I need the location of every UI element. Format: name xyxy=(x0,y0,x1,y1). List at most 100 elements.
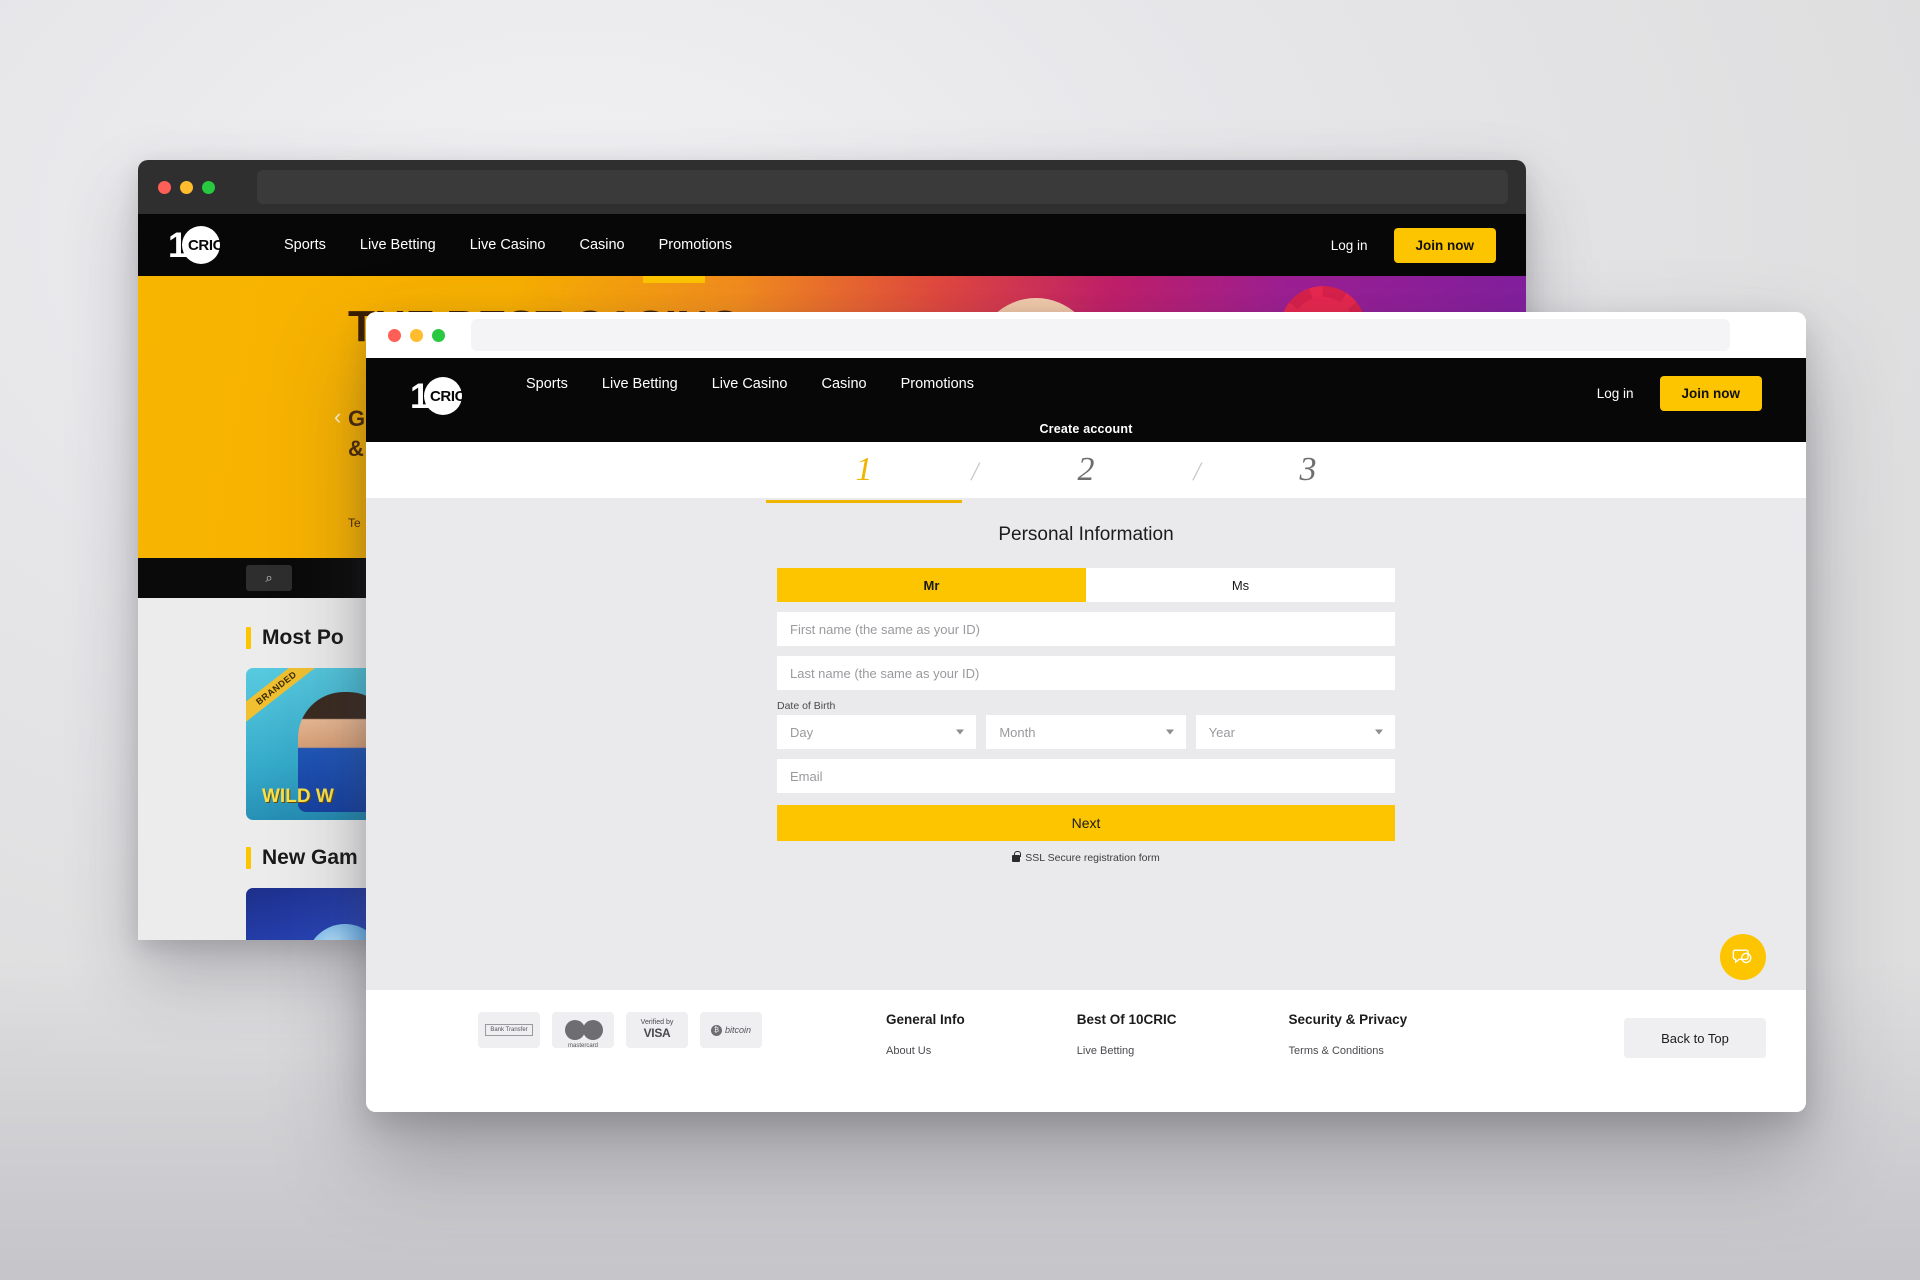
chevron-down-icon xyxy=(1165,729,1174,735)
payment-bitcoin[interactable]: ₿ bitcoin xyxy=(700,1012,762,1048)
back-nav-links[interactable]: Sports Live Betting Live Casino Casino P… xyxy=(284,237,732,253)
footer-column-security-privacy: Security & Privacy Terms & Conditions xyxy=(1289,1012,1408,1057)
logo-10cric[interactable]: 10 CRIC xyxy=(410,376,466,416)
lock-icon xyxy=(1012,850,1021,862)
footer-link-terms-conditions[interactable]: Terms & Conditions xyxy=(1289,1045,1408,1057)
login-link[interactable]: Log in xyxy=(1597,386,1634,401)
back-nav-actions[interactable]: Log in Join now xyxy=(1331,227,1496,263)
visa-label-bottom: VISA xyxy=(643,1026,671,1041)
step-separator: / xyxy=(971,457,979,486)
hero-terms-text: Te xyxy=(348,516,361,530)
last-name-input[interactable] xyxy=(777,656,1395,690)
bitcoin-icon: ₿ bitcoin xyxy=(710,1024,751,1036)
back-window-titlebar xyxy=(138,160,1526,214)
payment-bank-transfer[interactable]: Bank Transfer xyxy=(478,1012,540,1048)
first-name-input[interactable] xyxy=(777,612,1395,646)
year-select[interactable]: Year xyxy=(1195,715,1395,749)
front-window-titlebar xyxy=(366,312,1806,358)
back-window-address-bar[interactable] xyxy=(257,170,1508,204)
page-title: Create account xyxy=(1039,422,1133,436)
chat-support-button[interactable] xyxy=(1720,934,1766,980)
registration-step-indicator: 1 / 2 / 3 xyxy=(366,442,1806,503)
payment-methods: Bank Transfer mastercard Verified by VIS… xyxy=(478,1012,762,1049)
salutation-option-mr[interactable]: Mr xyxy=(777,568,1086,602)
front-nav-actions[interactable]: Log in Join now xyxy=(1597,376,1762,411)
hero-subtitle: G & xyxy=(348,406,366,461)
salutation-option-ms[interactable]: Ms xyxy=(1086,568,1395,602)
front-window-address-bar[interactable] xyxy=(471,319,1730,351)
registration-browser-window[interactable]: 10 CRIC Sports Live Betting Live Casino … xyxy=(366,312,1806,1112)
step-3[interactable]: 3 xyxy=(1208,451,1408,489)
footer-link-columns: General Info About Us Best Of 10CRIC Liv… xyxy=(886,1012,1407,1057)
next-button[interactable]: Next xyxy=(777,805,1395,841)
close-icon[interactable] xyxy=(388,328,401,342)
personal-information-form: Mr Ms Date of Birth Day Month Year xyxy=(777,568,1395,864)
nav-item-promotions[interactable]: Promotions xyxy=(901,376,974,392)
nav-item-live-betting[interactable]: Live Betting xyxy=(360,237,436,253)
chat-bubble-icon xyxy=(1732,949,1752,964)
join-now-button[interactable]: Join now xyxy=(1659,376,1762,411)
year-select-wrap[interactable]: Year xyxy=(1195,715,1395,749)
footer-column-general-info: General Info About Us xyxy=(886,1012,965,1057)
mastercard-label: mastercard xyxy=(567,1043,598,1049)
day-select[interactable]: Day xyxy=(777,715,977,749)
month-select-wrap[interactable]: Month xyxy=(986,715,1186,749)
nav-item-live-casino[interactable]: Live Casino xyxy=(470,237,546,253)
logo-10cric[interactable]: 10 CRIC xyxy=(168,225,224,265)
game-card-title: WILD W xyxy=(262,786,334,807)
payment-verified-by-visa[interactable]: Verified by VISA xyxy=(626,1012,688,1048)
logo-cric-text: CRIC xyxy=(430,388,466,405)
carousel-prev-icon[interactable]: ‹ xyxy=(334,404,341,430)
form-section-title: Personal Information xyxy=(998,524,1174,545)
date-of-birth-label: Date of Birth xyxy=(777,700,836,712)
nav-item-promotions[interactable]: Promotions xyxy=(659,237,732,253)
ssl-notice: SSL Secure registration form xyxy=(777,850,1395,864)
nav-item-live-betting[interactable]: Live Betting xyxy=(602,376,678,392)
chevron-down-icon xyxy=(956,729,965,735)
login-link[interactable]: Log in xyxy=(1331,238,1368,253)
bitcoin-label: bitcoin xyxy=(724,1025,751,1035)
email-input[interactable] xyxy=(777,759,1395,793)
footer-heading: General Info xyxy=(886,1012,965,1027)
front-site-header: 10 CRIC Sports Live Betting Live Casino … xyxy=(366,358,1806,442)
mastercard-icon: mastercard xyxy=(565,1020,603,1049)
chevron-down-icon xyxy=(1374,729,1383,735)
salutation-toggle[interactable]: Mr Ms xyxy=(777,568,1395,602)
front-window-traffic-lights[interactable] xyxy=(388,328,445,342)
visa-label-top: Verified by xyxy=(640,1019,674,1027)
nav-item-sports[interactable]: Sports xyxy=(526,376,568,392)
footer-link-live-betting[interactable]: Live Betting xyxy=(1077,1045,1177,1057)
nav-item-sports[interactable]: Sports xyxy=(284,237,326,253)
footer-heading: Security & Privacy xyxy=(1288,1012,1408,1027)
ssl-notice-text: SSL Secure registration form xyxy=(1025,852,1160,864)
hero-tab-notch xyxy=(643,276,705,283)
date-of-birth-row: Day Month Year xyxy=(777,715,1395,749)
bitcoin-symbol: ₿ xyxy=(710,1024,722,1036)
visa-icon: Verified by VISA xyxy=(641,1019,674,1041)
site-footer: Bank Transfer mastercard Verified by VIS… xyxy=(366,990,1806,1112)
maximize-icon[interactable] xyxy=(432,328,445,342)
nav-item-casino[interactable]: Casino xyxy=(579,237,624,253)
step-2[interactable]: 2 xyxy=(986,451,1186,489)
nav-item-casino[interactable]: Casino xyxy=(821,376,866,392)
back-window-traffic-lights[interactable] xyxy=(158,180,215,194)
maximize-icon[interactable] xyxy=(202,180,215,194)
minimize-icon[interactable] xyxy=(180,180,193,194)
minimize-icon[interactable] xyxy=(410,328,423,342)
payment-mastercard[interactable]: mastercard xyxy=(552,1012,614,1049)
search-icon[interactable]: ⌕ xyxy=(246,565,292,591)
close-icon[interactable] xyxy=(158,180,171,194)
front-nav-links[interactable]: Sports Live Betting Live Casino Casino P… xyxy=(526,376,974,392)
step-1[interactable]: 1 xyxy=(764,451,964,503)
bank-transfer-icon: Bank Transfer xyxy=(485,1024,533,1036)
join-now-button[interactable]: Join now xyxy=(1393,227,1496,263)
footer-link-about-us[interactable]: About Us xyxy=(886,1045,965,1057)
logo-cric-text: CRIC xyxy=(188,237,224,254)
month-select[interactable]: Month xyxy=(986,715,1186,749)
step-separator: / xyxy=(1193,457,1201,486)
nav-item-live-casino[interactable]: Live Casino xyxy=(712,376,788,392)
day-select-wrap[interactable]: Day xyxy=(777,715,977,749)
back-to-top-button[interactable]: Back to Top xyxy=(1624,1018,1766,1058)
footer-column-best-of-10cric: Best Of 10CRIC Live Betting xyxy=(1077,1012,1177,1057)
footer-heading: Best Of 10CRIC xyxy=(1076,1012,1177,1027)
